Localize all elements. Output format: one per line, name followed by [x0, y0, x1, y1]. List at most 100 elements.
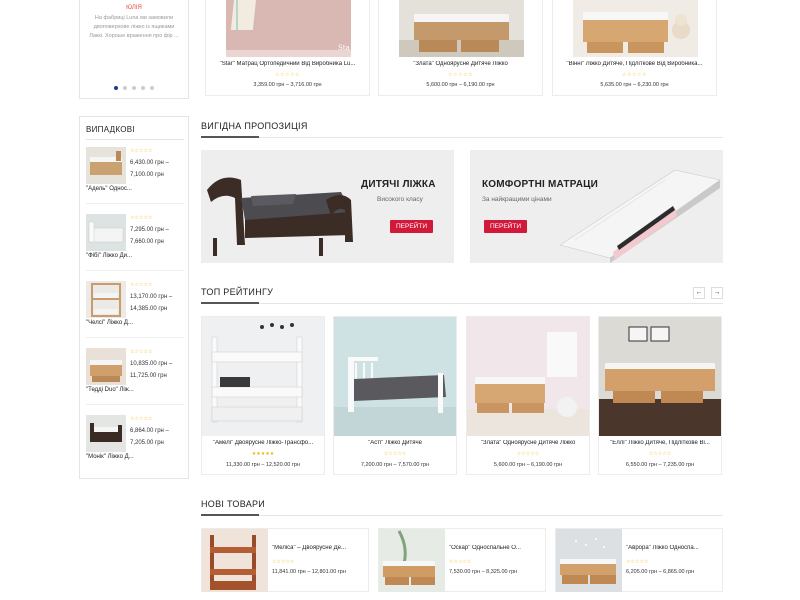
- rating-stars: ☆☆☆☆☆: [383, 451, 407, 457]
- product-title[interactable]: "Еллі" Ліжко Дитяче, Підліткове Ві...: [599, 440, 721, 446]
- rating-stars: ☆☆☆☆☆: [648, 451, 672, 457]
- rating-stars: ☆☆☆☆☆: [516, 451, 540, 457]
- product-title[interactable]: "Фібі" Ліжко Ди...: [86, 253, 132, 259]
- divider: [86, 203, 184, 204]
- rating-stars: ☆☆☆☆☆: [449, 559, 472, 565]
- divider: [86, 270, 184, 271]
- bed-image[interactable]: [573, 0, 698, 57]
- product-title[interactable]: "Star" Матрац Ортопедичний Від Виробника…: [206, 61, 369, 67]
- banner-mattresses[interactable]: КОМФОРТНІ МАТРАЦИ За найкращими цінами П…: [470, 150, 723, 263]
- section-title-offer: ВИГІДНА ПРОПОЗИЦІЯ: [201, 121, 308, 131]
- product-title[interactable]: "Вінні" Ліжко Дитяче, Підліткове Від Вир…: [553, 61, 716, 67]
- product-title[interactable]: "Оскар" Односпальне О...: [449, 545, 543, 551]
- banner-go-button[interactable]: ПЕРЕЙТИ: [484, 220, 527, 233]
- rating-stars: ☆☆☆☆☆: [272, 559, 295, 565]
- rating-stars: ☆☆☆☆☆: [130, 282, 153, 288]
- rating-stars: ☆☆☆☆☆: [622, 72, 647, 78]
- product-card[interactable]: "Аврора" Ліжко Односпа... ☆☆☆☆☆ 6,205.00…: [555, 528, 723, 592]
- random-products-widget: ВИПАДКОВІ ☆☆☆☆☆ 6,430.00 грн – 7,100.00 …: [79, 116, 189, 479]
- pagination-dot[interactable]: [132, 86, 136, 90]
- rating-stars: ☆☆☆☆☆: [130, 349, 153, 355]
- section-title-new-products: НОВІ ТОВАРИ: [201, 499, 266, 509]
- product-title[interactable]: "Челсі" Ліжко Д...: [86, 320, 133, 326]
- product-card[interactable]: "Амелі" Двоярусне Ліжко-Трансфо... ★★★★★…: [201, 316, 325, 475]
- product-thumbnail[interactable]: [86, 147, 126, 184]
- product-title[interactable]: "Асті" Ліжко Дитяче: [334, 440, 456, 446]
- mattress-illustration: [559, 169, 721, 263]
- svg-text:Sta: Sta: [338, 44, 350, 52]
- banner-subtitle: Високого класу: [377, 196, 423, 203]
- pagination-dot[interactable]: [141, 86, 145, 90]
- product-price: 3,359.00 грн – 3,716.00 грн: [253, 82, 322, 88]
- product-title[interactable]: "Тедді Duo" Ліж...: [86, 387, 134, 393]
- banner-kids-beds[interactable]: ДИТЯЧІ ЛІЖКА Високого класу ПЕРЕЙТИ: [201, 150, 454, 263]
- bed-image[interactable]: [467, 317, 589, 436]
- testimonial-card: ЮЛІЯ На фабриці Luna ми замовили двопове…: [79, 0, 189, 99]
- product-card[interactable]: "Асті" Ліжко Дитяче ☆☆☆☆☆ 7,200.00 грн –…: [333, 316, 457, 475]
- rating-stars: ☆☆☆☆☆: [130, 215, 153, 221]
- widget-title: ВИПАДКОВІ: [86, 125, 135, 134]
- product-price: 7,295.00 грн – 7,660.00 грн: [130, 227, 169, 245]
- bunk-bed-image[interactable]: [202, 317, 324, 436]
- product-thumbnail[interactable]: [86, 348, 126, 385]
- product-title[interactable]: "Аврора" Ліжко Односпа...: [626, 545, 720, 551]
- rating-stars: ☆☆☆☆☆: [130, 416, 153, 422]
- product-title[interactable]: "Амелі" Двоярусне Ліжко-Трансфо...: [202, 440, 324, 446]
- pagination-dot[interactable]: [114, 86, 118, 90]
- pagination-dot[interactable]: [123, 86, 127, 90]
- product-card[interactable]: "Меліса" – Двоярусне Де... ☆☆☆☆☆ 11,841.…: [201, 528, 369, 592]
- testimonial-text: На фабриці Luna ми замовили двоповерхове…: [89, 15, 179, 39]
- banner-heading: ДИТЯЧІ ЛІЖКА: [361, 179, 436, 190]
- rating-stars: ☆☆☆☆☆: [130, 148, 153, 154]
- product-card[interactable]: "Злата" Одноярусне Дитяче Ліжко ☆☆☆☆☆ 5,…: [466, 316, 590, 475]
- product-title[interactable]: "Злата" Одноярусне Дитяче Ліжко: [467, 440, 589, 446]
- bed-image[interactable]: [334, 317, 456, 436]
- pagination-dot[interactable]: [150, 86, 154, 90]
- top-product-row: Sta "Star" Матрац Ортопедичний Від Вироб…: [205, 0, 723, 96]
- product-card[interactable]: "Оскар" Односпальне О... ☆☆☆☆☆ 7,530.00 …: [378, 528, 546, 592]
- product-title[interactable]: "Злата" Одноярусне Дитяче Ліжко: [379, 61, 542, 67]
- product-card[interactable]: "Злата" Одноярусне Дитяче Ліжко ☆☆☆☆☆ 5,…: [378, 0, 543, 96]
- banner-subtitle: За найкращими цінами: [482, 196, 552, 203]
- section-title-top-rating: ТОП РЕЙТИНГУ: [201, 287, 274, 297]
- product-price: 11,330.00 грн – 12,520.00 грн: [226, 462, 300, 468]
- testimonial-pagination: [80, 86, 188, 90]
- bed-image[interactable]: [599, 317, 721, 436]
- product-price: 6,550.00 грн – 7,235.00 грн: [625, 462, 695, 468]
- bed-image[interactable]: [379, 529, 445, 592]
- sidebar-product[interactable]: ☆☆☆☆☆ 6,430.00 грн – 7,100.00 грн "Адель…: [86, 147, 184, 207]
- banner-go-button[interactable]: ПЕРЕЙТИ: [390, 220, 433, 233]
- product-card[interactable]: Sta "Star" Матрац Ортопедичний Від Вироб…: [205, 0, 370, 96]
- sidebar-product[interactable]: ☆☆☆☆☆ 13,170.00 грн – 14,385.00 грн "Чел…: [86, 281, 184, 341]
- product-thumbnail[interactable]: [86, 415, 126, 452]
- product-title[interactable]: "Монік" Ліжко Д...: [86, 454, 134, 460]
- section-divider: [201, 302, 723, 304]
- carousel-next-button[interactable]: →: [711, 287, 723, 299]
- product-title[interactable]: "Адель" Однос...: [86, 186, 132, 192]
- sidebar-product[interactable]: ☆☆☆☆☆ 6,864.00 грн – 7,205.00 грн "Монік…: [86, 415, 184, 475]
- divider: [86, 337, 184, 338]
- bed-image[interactable]: [556, 529, 622, 592]
- product-thumbnail[interactable]: [86, 281, 126, 318]
- section-divider: [201, 136, 723, 138]
- product-thumbnail[interactable]: [86, 214, 126, 251]
- rating-stars: ☆☆☆☆☆: [275, 72, 300, 78]
- product-card[interactable]: "Вінні" Ліжко Дитяче, Підліткове Від Вир…: [552, 0, 717, 96]
- carousel-prev-button[interactable]: ←: [693, 287, 705, 299]
- product-title[interactable]: "Меліса" – Двоярусне Де...: [272, 545, 366, 551]
- product-price: 11,841.00 грн – 12,801.00 грн: [272, 569, 346, 575]
- product-price: 5,600.00 грн – 6,190.00 грн: [493, 462, 563, 468]
- product-price: 7,200.00 грн – 7,570.00 грн: [360, 462, 430, 468]
- section-divider: [201, 514, 723, 516]
- bed-image[interactable]: [399, 0, 524, 57]
- sidebar-product[interactable]: ☆☆☆☆☆ 7,295.00 грн – 7,660.00 грн "Фібі"…: [86, 214, 184, 274]
- bunk-bed-image[interactable]: [202, 529, 268, 592]
- rating-stars: ★★★★★: [251, 451, 275, 457]
- product-price: 5,635.00 грн – 6,230.00 грн: [600, 82, 669, 88]
- bed-illustration: [207, 177, 353, 256]
- mattress-image[interactable]: Sta: [226, 0, 351, 57]
- product-card[interactable]: "Еллі" Ліжко Дитяче, Підліткове Ві... ☆☆…: [598, 316, 722, 475]
- sidebar-product[interactable]: ☆☆☆☆☆ 10,835.00 грн – 11,725.00 грн "Тед…: [86, 348, 184, 408]
- rating-stars: ☆☆☆☆☆: [626, 559, 649, 565]
- divider: [86, 404, 184, 405]
